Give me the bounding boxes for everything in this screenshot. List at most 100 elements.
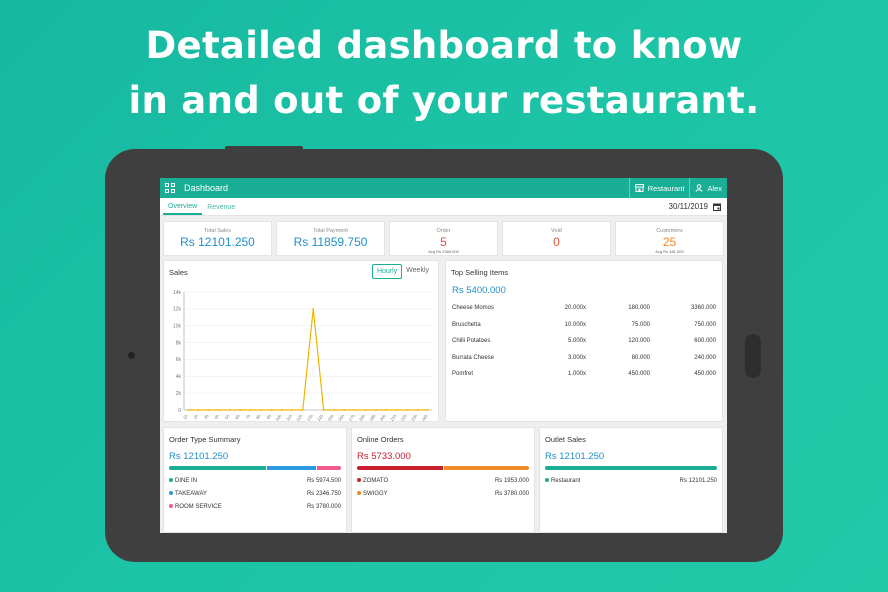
x-tick-label: 18h [358, 413, 367, 422]
weekly-toggle[interactable]: Weekly [402, 264, 433, 279]
bar-segment-restaurant [545, 466, 717, 470]
list-item[interactable]: SWIGGY Rs 3780.000 [357, 491, 529, 500]
hourly-toggle[interactable]: Hourly [371, 264, 403, 279]
stat-customers[interactable]: Customers 25 Avg Rs 481.000 [615, 221, 724, 256]
x-tick-label: 21h [389, 413, 398, 422]
bar-segment-room-service [317, 466, 341, 470]
list-item[interactable]: TAKEAWAY Rs 2346.750 [169, 491, 341, 500]
data-point[interactable] [354, 409, 356, 411]
list-item[interactable]: Pomfret 1.000x 450.000 450.000 [452, 371, 716, 381]
tab-revenue[interactable]: Revenue [202, 204, 240, 215]
x-tick-label: 8h [255, 413, 262, 420]
legend-dot [357, 478, 361, 483]
stat-average: Avg Rs 481.000 [655, 249, 684, 254]
row-amount: Rs 5974.500 [306, 478, 341, 484]
x-tick-label: 16h [337, 413, 346, 422]
list-item[interactable]: DINE IN Rs 5974.500 [169, 478, 341, 487]
list-item[interactable]: Burrata Cheese 3.000x 80.000 240.000 [452, 355, 716, 365]
stat-void[interactable]: Void 0 [502, 221, 611, 256]
item-name: Cheese Momos [452, 305, 495, 311]
app-topbar: Dashboard Restaurant Alex [160, 178, 727, 198]
x-tick-label: 3h [203, 413, 210, 420]
item-total: 240.000 [694, 355, 716, 361]
data-point[interactable] [385, 409, 388, 411]
date-picker[interactable]: 30/11/2019 [669, 202, 721, 211]
data-point[interactable] [270, 409, 273, 411]
row-label: TAKEAWAY [175, 491, 208, 497]
data-point[interactable] [406, 409, 409, 411]
row-amount: Rs 3780.000 [306, 504, 341, 510]
list-item[interactable]: ZOMATO Rs 1953.000 [357, 478, 529, 487]
data-point[interactable] [207, 409, 210, 411]
data-point[interactable] [291, 409, 294, 411]
list-item[interactable]: Bruschetta 10.000x 75.000 750.000 [452, 322, 716, 332]
data-point[interactable] [333, 409, 335, 411]
online-orders-bar [357, 466, 529, 470]
store-icon [634, 184, 644, 192]
list-item[interactable]: Restaurant Rs 12101.250 [545, 478, 717, 487]
data-point[interactable] [343, 409, 346, 411]
data-point[interactable] [322, 409, 325, 411]
order-type-bar [169, 466, 341, 470]
legend-dot [169, 504, 173, 509]
stat-total-payment[interactable]: Total Payment Rs 11859.750 [276, 221, 385, 256]
data-point[interactable] [260, 409, 262, 411]
tablet-camera [128, 352, 135, 359]
data-point[interactable] [427, 409, 429, 411]
row-amount: Rs 3780.000 [494, 491, 529, 497]
data-point[interactable] [374, 409, 377, 411]
data-point[interactable] [395, 409, 398, 411]
x-tick-label: 20h [379, 413, 388, 422]
item-qty: 5.000x [567, 338, 586, 344]
item-qty: 1.000x [567, 371, 586, 377]
data-point[interactable] [187, 409, 189, 411]
sales-title: Sales [169, 268, 188, 277]
data-point[interactable] [228, 409, 231, 411]
restaurant-button[interactable]: Restaurant [630, 178, 690, 198]
data-point[interactable] [249, 409, 252, 411]
data-point[interactable] [364, 409, 367, 411]
data-point[interactable] [281, 409, 283, 411]
x-tick-label: 7h [245, 413, 252, 420]
tab-overview[interactable]: Overview [163, 203, 203, 215]
data-point[interactable] [416, 409, 419, 411]
headline-line-1: Detailed dashboard to know [145, 24, 743, 67]
stat-value: Rs 12101.250 [180, 235, 255, 249]
stat-order[interactable]: Order 5 Avg Rs 2369.000 [389, 221, 498, 256]
date-value: 30/11/2019 [668, 202, 708, 211]
outlet-sales-total: Rs 12101.250 [545, 451, 605, 462]
item-name: Bruschetta [452, 322, 481, 328]
data-point[interactable] [218, 409, 221, 411]
stat-label: Order [436, 228, 451, 234]
stat-label: Total Sales [204, 228, 231, 234]
list-item[interactable]: Cheese Momos 20.000x 180.000 3360.000 [452, 305, 716, 315]
legend-dot [169, 478, 173, 483]
legend-dot [169, 491, 173, 496]
y-tick-label: 14k [173, 290, 182, 296]
sales-period-toggle: Hourly Weekly [371, 264, 433, 279]
row-label: ZOMATO [363, 478, 389, 484]
user-icon [695, 184, 703, 192]
sales-card: Sales Hourly Weekly 0 2k 4k 6k 8k 10k 12k 14k 1h… [163, 260, 439, 422]
data-point[interactable] [239, 409, 242, 411]
item-price: 80.000 [631, 355, 650, 361]
y-tick-label: 12k [173, 307, 182, 313]
tablet-volume-button [243, 146, 303, 150]
data-point[interactable] [312, 307, 315, 310]
stat-average: Avg Rs 2369.000 [428, 249, 459, 254]
sales-line-chart: 02k4k6k8k10k12k14k1h 2h 3h 4h 5h 6h 7h 8h 9h 10h 1… [173, 290, 432, 422]
x-tick-label: 24h [420, 413, 429, 422]
x-tick-label: 17h [347, 413, 356, 422]
list-item[interactable]: Chilli Potatoes 5.000x 120.000 600.000 [452, 338, 716, 348]
data-point[interactable] [301, 409, 304, 411]
list-item[interactable]: ROOM SERVICE Rs 3780.000 [169, 504, 341, 513]
stat-total-sales[interactable]: Total Sales Rs 12101.250 [163, 221, 272, 256]
item-total: 750.000 [694, 322, 716, 328]
apps-grid-icon[interactable] [165, 183, 175, 193]
x-tick-label: 14h [316, 413, 325, 422]
user-button[interactable]: Alex [690, 178, 727, 198]
y-tick-label: 8k [176, 340, 182, 346]
item-total: 3360.000 [690, 305, 716, 311]
x-tick-label: 11h [285, 413, 294, 422]
data-point[interactable] [197, 409, 200, 411]
